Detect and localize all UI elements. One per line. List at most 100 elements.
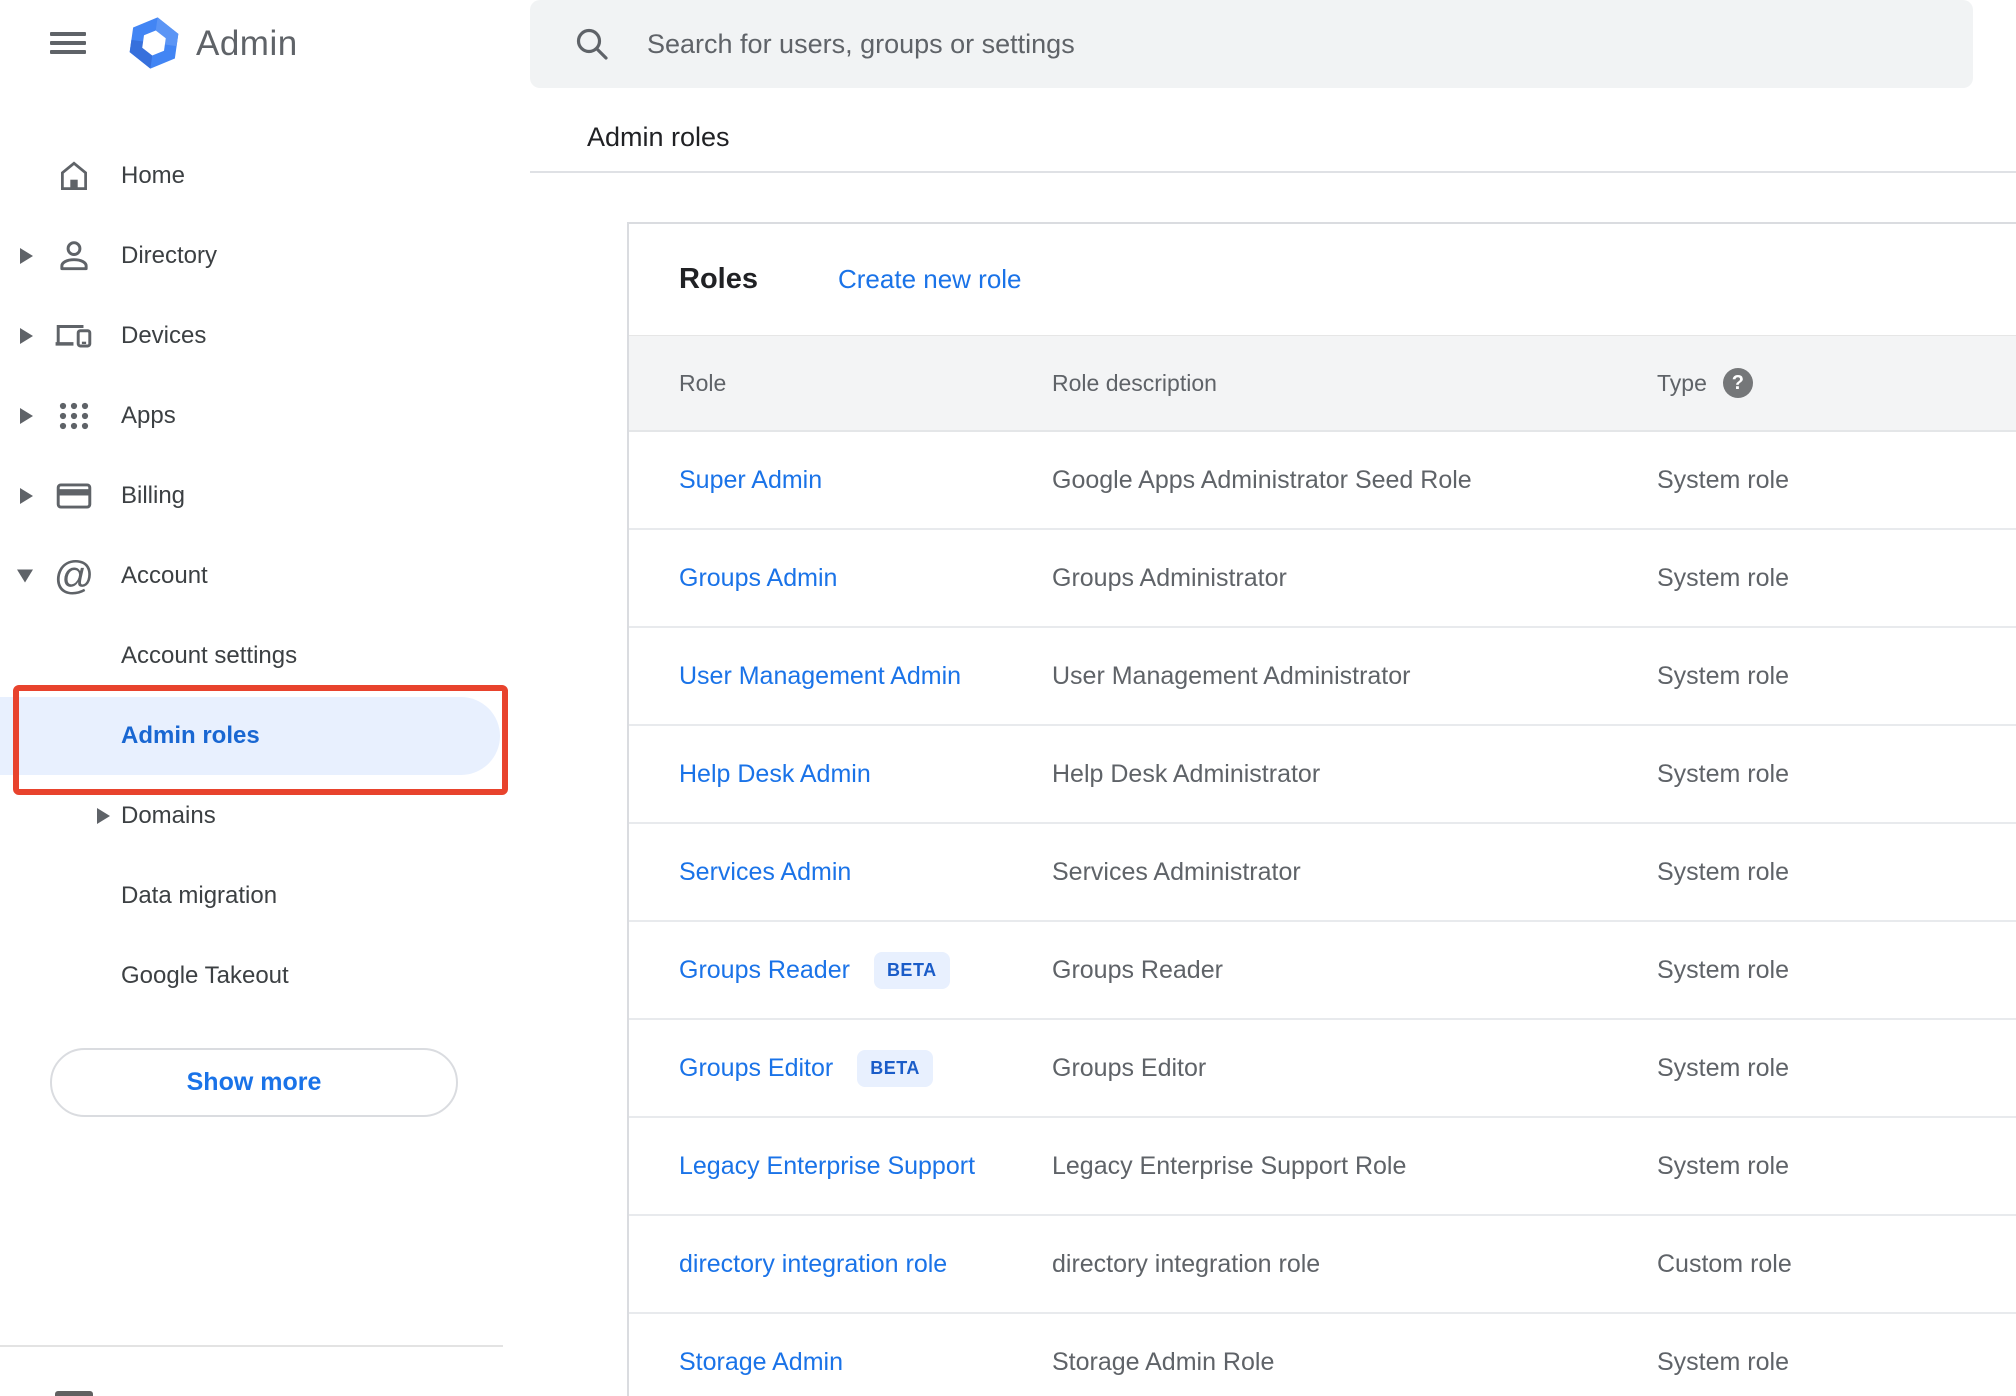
sidebar: Admin Home Directory Devices Apps Billin…	[0, 0, 530, 1396]
sidebar-item-account[interactable]: @ Account	[0, 536, 530, 616]
sidebar-nav: Home Directory Devices Apps Billing @ Ac…	[0, 136, 530, 1016]
sidebar-item-label: Domains	[121, 802, 216, 829]
create-new-role-link[interactable]: Create new role	[838, 264, 1022, 295]
role-description: User Management Administrator	[1052, 661, 1411, 690]
sidebar-item-google-takeout[interactable]: Google Takeout	[0, 936, 530, 1016]
card-header: Roles Create new role	[629, 224, 2016, 335]
sidebar-item-billing[interactable]: Billing	[0, 456, 530, 536]
sidebar-item-label: Admin roles	[121, 722, 260, 749]
table-row: Groups Reader BETA Groups Reader System …	[629, 922, 2016, 1020]
sidebar-item-domains[interactable]: Domains	[0, 776, 530, 856]
sidebar-item-devices[interactable]: Devices	[0, 296, 530, 376]
role-type: Custom role	[1657, 1249, 1792, 1278]
role-type: System role	[1657, 1053, 1789, 1082]
role-description: Storage Admin Role	[1052, 1347, 1275, 1376]
sidebar-item-label: Billing	[121, 482, 186, 509]
table-row: Help Desk Admin Help Desk Administrator …	[629, 726, 2016, 824]
app-title: Admin	[196, 24, 298, 63]
role-cell: Legacy Enterprise Support	[679, 1152, 1052, 1181]
role-link[interactable]: Groups Admin	[679, 564, 837, 593]
role-cell: Services Admin	[679, 858, 1052, 887]
table-row: Legacy Enterprise Support Legacy Enterpr…	[629, 1118, 2016, 1216]
hamburger-menu-icon[interactable]	[50, 28, 90, 58]
sidebar-item-label: Account settings	[121, 642, 298, 669]
table-row: Groups Editor BETA Groups Editor System …	[629, 1020, 2016, 1118]
role-type: System role	[1657, 661, 1789, 690]
admin-console-page: Admin Home Directory Devices Apps Billin…	[0, 0, 2016, 1396]
search-input[interactable]	[530, 0, 1973, 88]
role-type: System role	[1657, 857, 1789, 886]
role-link[interactable]: Storage Admin	[679, 1348, 843, 1377]
beta-badge: BETA	[873, 951, 950, 989]
role-link[interactable]: directory integration role	[679, 1250, 947, 1279]
expand-arrow-icon[interactable]	[20, 248, 33, 264]
role-cell: directory integration role	[679, 1250, 1052, 1279]
sidebar-item-label: Apps	[121, 402, 176, 429]
role-link[interactable]: Groups Editor	[679, 1054, 833, 1083]
expand-arrow-icon[interactable]	[20, 408, 33, 424]
role-description: Services Administrator	[1052, 857, 1301, 886]
sidebar-item-label: Home	[121, 162, 186, 189]
column-header-type: Type ?	[1657, 368, 2016, 398]
sidebar-item-label: Devices	[121, 322, 207, 349]
sidebar-item-account-settings[interactable]: Account settings	[0, 616, 530, 696]
role-cell: Groups Editor BETA	[679, 1049, 1052, 1087]
roles-card: Roles Create new role Role Role descript…	[627, 222, 2016, 1396]
sidebar-header: Admin	[0, 0, 530, 88]
table-row: User Management Admin User Management Ad…	[629, 628, 2016, 726]
credit-card-icon	[52, 474, 96, 518]
column-header-description: Role description	[1052, 369, 1217, 396]
role-cell: User Management Admin	[679, 662, 1052, 691]
expand-arrow-icon[interactable]	[20, 488, 33, 504]
role-link[interactable]: User Management Admin	[679, 662, 961, 691]
expand-arrow-icon[interactable]	[97, 808, 110, 824]
sidebar-item-label: Directory	[121, 242, 218, 269]
home-icon	[52, 154, 96, 198]
role-type: System role	[1657, 955, 1789, 984]
main-content: Admin roles Roles Create new role Role R…	[530, 0, 2016, 1396]
role-description: Google Apps Administrator Seed Role	[1052, 465, 1472, 494]
column-header-role: Role	[679, 369, 727, 396]
role-link[interactable]: Legacy Enterprise Support	[679, 1152, 975, 1181]
role-link[interactable]: Help Desk Admin	[679, 760, 871, 789]
help-icon[interactable]: ?	[1722, 368, 1753, 398]
sidebar-item-admin-roles[interactable]: Admin roles	[0, 696, 530, 776]
table-header-row: Role Role description Type ?	[629, 335, 2016, 432]
sidebar-item-label: Google Takeout	[121, 962, 289, 989]
role-type: System role	[1657, 759, 1789, 788]
at-sign-icon: @	[53, 554, 95, 598]
sidebar-item-home[interactable]: Home	[0, 136, 530, 216]
role-link[interactable]: Groups Reader	[679, 956, 850, 985]
role-description: Legacy Enterprise Support Role	[1052, 1151, 1407, 1180]
sidebar-item-data-migration[interactable]: Data migration	[0, 856, 530, 936]
role-cell: Super Admin	[679, 466, 1052, 495]
role-link[interactable]: Services Admin	[679, 858, 851, 887]
role-cell: Storage Admin	[679, 1348, 1052, 1377]
breadcrumb: Admin roles	[587, 122, 730, 152]
table-row: Super Admin Google Apps Administrator Se…	[629, 432, 2016, 530]
role-description: directory integration role	[1052, 1249, 1321, 1278]
role-cell: Help Desk Admin	[679, 760, 1052, 789]
header-divider	[530, 171, 2016, 173]
table-row: Services Admin Services Administrator Sy…	[629, 824, 2016, 922]
admin-logo-icon	[126, 15, 182, 71]
sidebar-bottom-divider	[0, 1345, 503, 1347]
page-title: Roles	[679, 263, 758, 295]
person-icon	[52, 234, 96, 278]
role-type: System role	[1657, 563, 1789, 592]
show-more-button[interactable]: Show more	[50, 1048, 458, 1117]
sidebar-item-directory[interactable]: Directory	[0, 216, 530, 296]
role-description: Help Desk Administrator	[1052, 759, 1321, 788]
expand-arrow-icon[interactable]	[20, 328, 33, 344]
table-row: Storage Admin Storage Admin Role System …	[629, 1314, 2016, 1396]
role-link[interactable]: Super Admin	[679, 466, 822, 495]
search-bar	[530, 0, 1973, 88]
table-body: Super Admin Google Apps Administrator Se…	[629, 432, 2016, 1396]
collapse-arrow-icon[interactable]	[17, 569, 33, 583]
role-type: System role	[1657, 1151, 1789, 1180]
role-type: System role	[1657, 1347, 1789, 1376]
role-cell: Groups Reader BETA	[679, 951, 1052, 989]
role-type: System role	[1657, 465, 1789, 494]
devices-icon	[52, 314, 96, 358]
sidebar-item-apps[interactable]: Apps	[0, 376, 530, 456]
